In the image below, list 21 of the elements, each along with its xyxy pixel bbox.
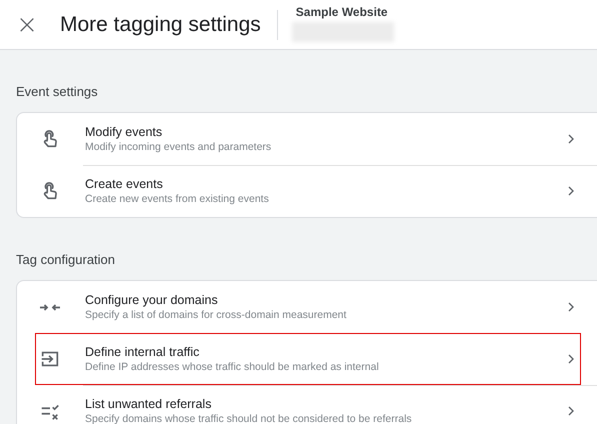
page-title: More tagging settings xyxy=(60,12,261,36)
row-description: Create new events from existing events xyxy=(85,193,270,205)
settings-row[interactable]: Create events Create new events from existing events xyxy=(17,165,597,217)
row-title: Configure your domains xyxy=(85,293,219,307)
row-title: List unwanted referrals xyxy=(85,397,212,411)
row-description: Define IP addresses whose traffic should be marked as internal xyxy=(85,361,380,373)
settings-row[interactable]: Define internal traffic Define IP addresses whose traffic should be marked as internal xyxy=(35,333,581,385)
row-description: Specify domains whose traffic should not be considered to be referrals xyxy=(85,413,413,424)
row-title: Modify events xyxy=(85,125,164,139)
row-description: Modify incoming events and parameters xyxy=(85,141,272,153)
row-description: Specify a list of domains for cross-domain measurement xyxy=(85,309,348,321)
settings-row[interactable]: Configure your domains Specify a list of domains for cross-domain measurement xyxy=(17,281,597,333)
settings-row[interactable]: List unwanted referrals Specify domains whose traffic should not be considered to be referrals xyxy=(17,385,597,424)
close-button[interactable]: × xyxy=(16,12,38,38)
row-title: Define internal traffic xyxy=(85,345,200,359)
settings-row[interactable]: Modify events Modify incoming events and parameters xyxy=(17,113,597,165)
row-title: Create events xyxy=(85,177,164,191)
section-heading: Event settings xyxy=(16,83,99,101)
section-heading: Tag configuration xyxy=(16,251,116,269)
property-name: Sample Website xyxy=(294,5,389,19)
arrows-inward-icon xyxy=(39,304,61,310)
